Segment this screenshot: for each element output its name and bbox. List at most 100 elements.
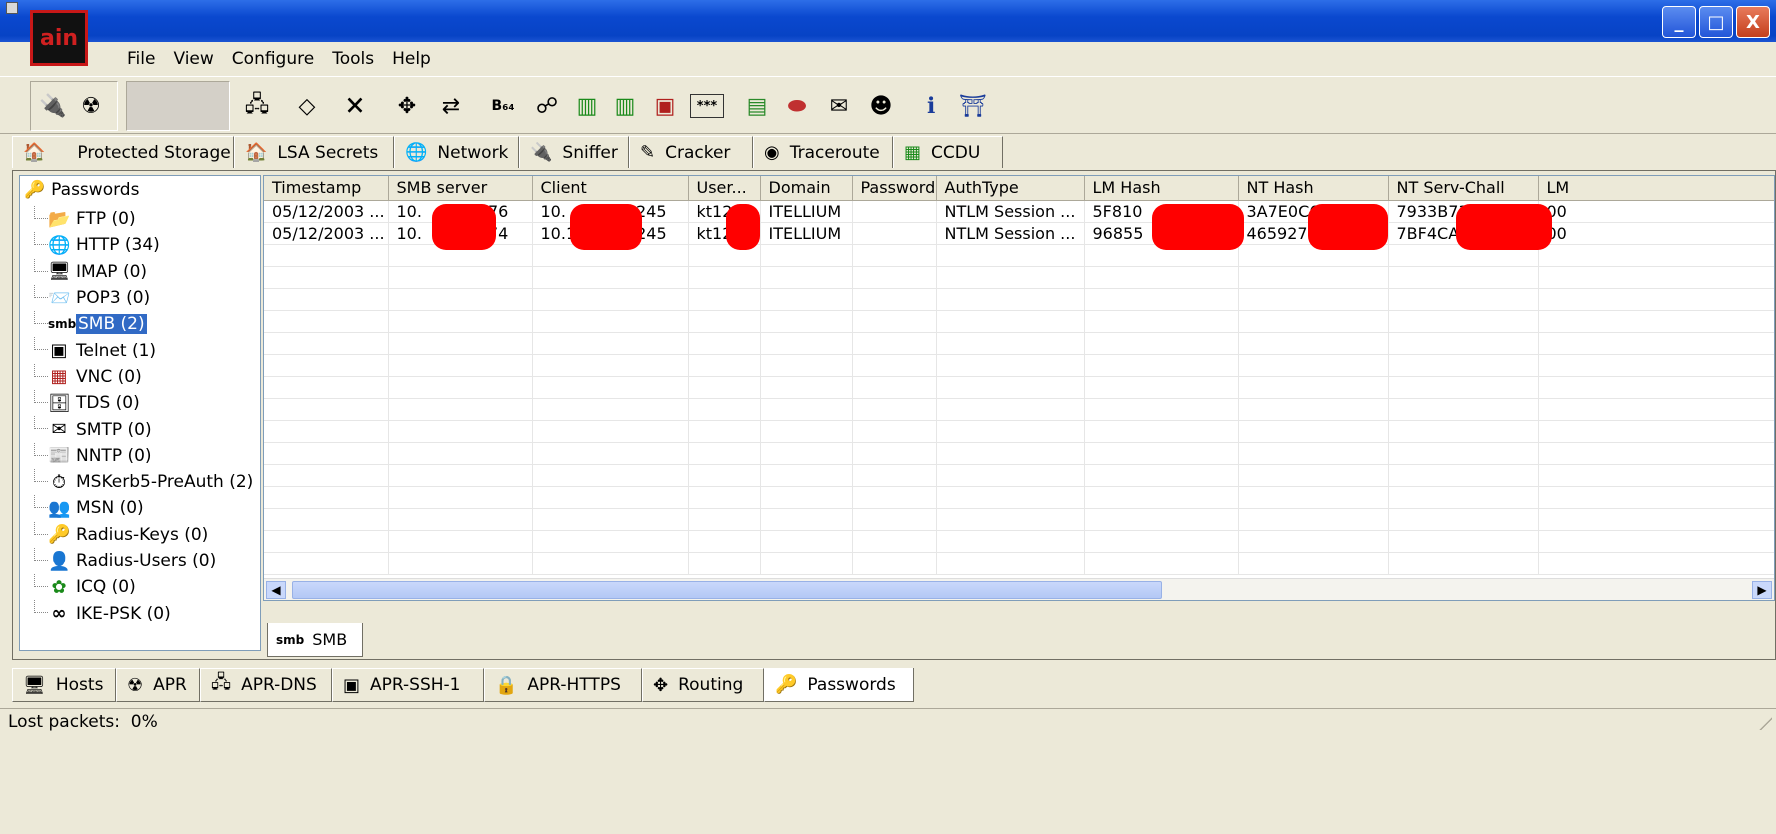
tree-item-smtp[interactable]: ✉ SMTP (0): [20, 416, 260, 442]
tab-apr-ssh-1[interactable]: ▣ APR-SSH-1: [332, 668, 484, 702]
password-icon[interactable]: ***: [690, 94, 724, 118]
menu-bar: File View Configure Tools Help: [0, 42, 1776, 76]
tree-item-radius-users[interactable]: 👤 Radius-Users (0): [20, 547, 260, 574]
col-lm[interactable]: LM: [1538, 176, 1774, 201]
tab-routing[interactable]: ✥ Routing: [642, 668, 764, 702]
certificate-icon[interactable]: ⬬: [778, 87, 816, 125]
cell-timestamp: 05/12/2003 ...: [264, 222, 389, 245]
scroll-right-icon[interactable]: ▶: [1752, 581, 1772, 599]
tree-item-imap[interactable]: 🖥 IMAP (0): [20, 258, 260, 285]
tab-lsa-secrets[interactable]: 🏠 LSA Secrets: [234, 136, 394, 168]
table-row: [264, 552, 1774, 575]
col-timestamp[interactable]: Timestamp: [264, 176, 389, 201]
radiation-icon: ☢: [127, 674, 144, 696]
cell-authtype: NTLM Session ...: [936, 200, 1085, 223]
tab-apr-dns[interactable]: 🖧 APR-DNS: [200, 668, 332, 702]
tab-network[interactable]: 🌐 Network: [394, 136, 519, 168]
tree-item-vnc[interactable]: ▦ VNC (0): [20, 363, 260, 390]
menu-tools[interactable]: Tools: [325, 47, 381, 71]
tree-item-icq[interactable]: ✿ ICQ (0): [20, 574, 260, 600]
dialer2-icon[interactable]: ▥: [606, 87, 644, 125]
tree-item-http[interactable]: 🌐 HTTP (34): [20, 232, 260, 258]
sniffer-start-icon[interactable]: 🔌: [34, 87, 72, 125]
apr-poison-icon[interactable]: ☢: [72, 87, 110, 125]
terminal-icon: ▣: [50, 340, 68, 362]
arp-icon[interactable]: ⇄: [432, 87, 470, 125]
tab-traceroute[interactable]: ◉ Traceroute: [753, 136, 893, 168]
col-authtype[interactable]: AuthType: [936, 176, 1085, 201]
rdp-icon[interactable]: ☻: [862, 87, 900, 125]
user-icon: 👤: [48, 550, 71, 572]
maximize-button[interactable]: □: [1699, 6, 1733, 38]
base64-icon[interactable]: B₆₄: [484, 87, 522, 125]
table-row: [264, 486, 1774, 509]
tab-sniffer[interactable]: 🔌 Sniffer: [519, 136, 629, 168]
decoder-icon[interactable]: ◇: [288, 87, 326, 125]
tree-item-label: HTTP (34): [76, 235, 160, 256]
tab-ccdu[interactable]: ▦ CCDU: [893, 136, 1003, 168]
col-smb-server[interactable]: SMB server: [388, 176, 533, 201]
tree-item-pop3[interactable]: 📨 POP3 (0): [20, 284, 260, 311]
tab-apr[interactable]: ☢ APR: [116, 668, 200, 702]
tab-protected-storage[interactable]: 🏠 Protected Storage: [12, 136, 234, 168]
scroll-left-icon[interactable]: ◀: [266, 581, 286, 599]
table-row: [264, 376, 1774, 399]
manager-icon[interactable]: ✉: [820, 87, 858, 125]
protocol-tree[interactable]: 🔑 Passwords 📂 FTP (0) 🌐 HTTP (34) 🖥 IMAP (0…: [19, 175, 261, 651]
tree-item-radius-keys[interactable]: 🔑 Radius-Keys (0): [20, 521, 260, 548]
col-nt-hash[interactable]: NT Hash: [1238, 176, 1389, 201]
resize-grip-icon[interactable]: [1756, 714, 1772, 730]
routing-icon[interactable]: ✥: [388, 87, 426, 125]
title-bar: _ □ X: [0, 0, 1776, 42]
results-grid[interactable]: Timestamp SMB server Client User... Doma…: [263, 175, 1775, 601]
tab-apr-https[interactable]: 🔒 APR-HTTPS: [484, 668, 642, 702]
tree-root-passwords[interactable]: 🔑 Passwords: [24, 180, 139, 200]
users-icon: 👥: [48, 497, 71, 519]
add-hosts-icon[interactable]: 🖧: [238, 87, 276, 125]
tab-hosts[interactable]: 🖥 Hosts: [12, 668, 116, 702]
tab-passwords[interactable]: 🔑 Passwords: [764, 668, 914, 702]
menu-view[interactable]: View: [166, 47, 220, 71]
tree-item-label: IMAP (0): [76, 261, 148, 282]
col-lm-hash[interactable]: LM Hash: [1084, 176, 1239, 201]
exit-icon[interactable]: ⛩: [954, 87, 992, 125]
col-user[interactable]: User...: [688, 176, 761, 201]
close-button[interactable]: X: [1736, 6, 1770, 38]
scroll-thumb[interactable]: [292, 581, 1162, 599]
menu-help[interactable]: Help: [385, 47, 438, 71]
col-nt-serv-chall[interactable]: NT Serv-Chall: [1388, 176, 1539, 201]
envelope-icon: ✉: [51, 419, 67, 441]
col-password[interactable]: Password: [852, 176, 937, 201]
tree-item-mskerb5[interactable]: ⏱ MSKerb5-PreAuth (2): [20, 468, 260, 495]
delete-icon[interactable]: 🗙: [336, 87, 374, 125]
hash-calculator-icon[interactable]: ☍: [528, 87, 566, 125]
horizontal-scrollbar[interactable]: ◀ ▶: [264, 578, 1774, 600]
mail-icon: 📨: [48, 287, 71, 309]
tree-item-nntp[interactable]: 📰 NNTP (0): [20, 442, 260, 469]
minimize-button[interactable]: _: [1662, 6, 1696, 38]
col-domain[interactable]: Domain: [760, 176, 853, 201]
tree-item-label: MSKerb5-PreAuth (2): [76, 472, 254, 493]
dialer-icon[interactable]: ▥: [568, 87, 606, 125]
menu-file[interactable]: File: [120, 47, 162, 71]
tab-label: Cracker: [665, 142, 731, 163]
tree-item-telnet[interactable]: ▣ Telnet (1): [20, 337, 260, 363]
menu-configure[interactable]: Configure: [225, 47, 321, 71]
system-menu-icon[interactable]: [6, 2, 18, 14]
tab-smb[interactable]: smb SMB: [267, 623, 363, 657]
tree-item-ftp[interactable]: 📂 FTP (0): [20, 206, 260, 232]
tab-cracker[interactable]: ✎ Cracker: [629, 136, 753, 168]
database-icon: 🗄: [48, 392, 71, 414]
tree-item-msn[interactable]: 👥 MSN (0): [20, 495, 260, 521]
tree-item-smb[interactable]: smb SMB (2): [20, 311, 260, 337]
folder-icon: 📂: [48, 208, 71, 230]
tree-item-tds[interactable]: 🗄 TDS (0): [20, 390, 260, 416]
tree-item-ike-psk[interactable]: ∞ IKE-PSK (0): [20, 600, 260, 626]
network-icon: 🖧: [211, 672, 232, 693]
col-client[interactable]: Client: [532, 176, 689, 201]
card-icon[interactable]: ▤: [738, 87, 776, 125]
globe-icon: 🌐: [405, 142, 428, 163]
ccdu-icon: ▦: [904, 142, 922, 163]
vnc-icon[interactable]: ▣: [646, 87, 684, 125]
info-icon[interactable]: ℹ: [912, 87, 950, 125]
